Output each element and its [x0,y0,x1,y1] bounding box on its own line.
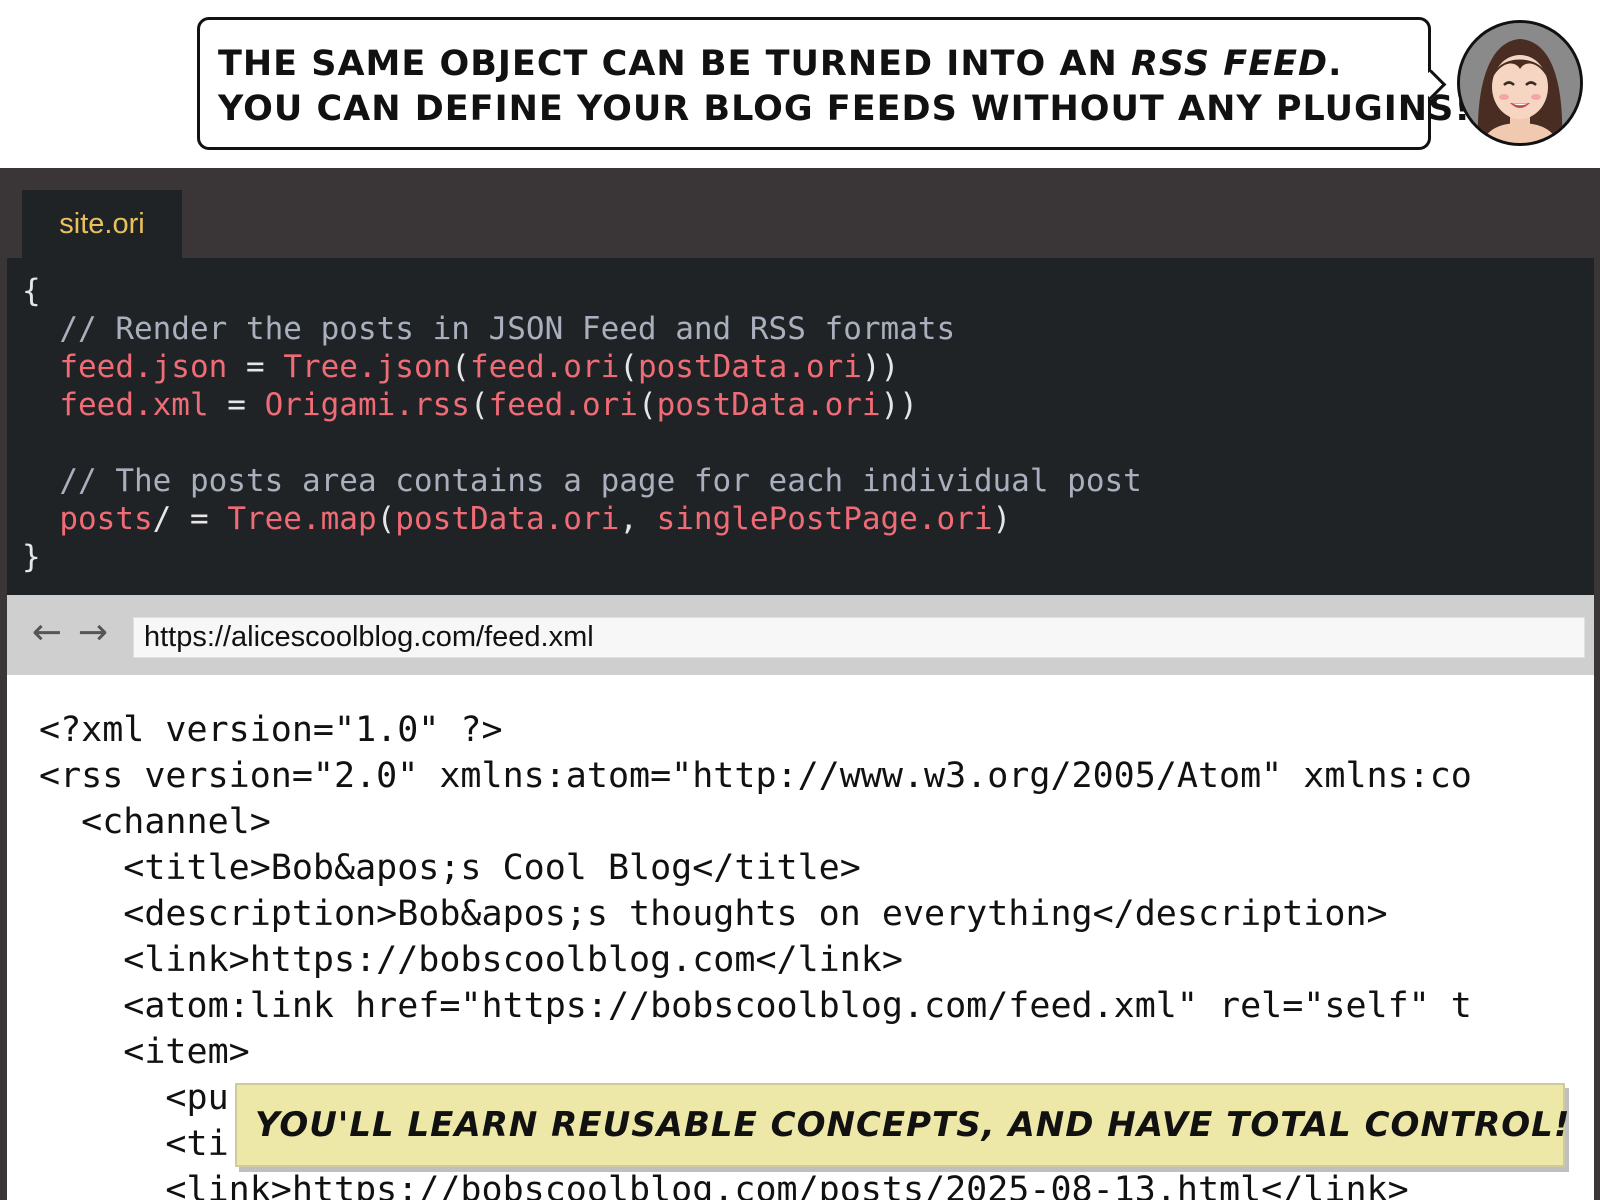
code-comment: // The posts area contains a page for ea… [59,463,1142,499]
code-function: Origami.rss [264,387,470,423]
avatar-portrait-icon [1460,23,1580,143]
xml-line: <pu [39,1078,229,1118]
code-arg: postData.ori [395,501,620,537]
code-arg: feed.ori [469,349,620,385]
code-editor: site.ori { // Render the posts in JSON F… [0,168,1600,595]
code-arg: feed.ori [488,387,638,423]
code-area[interactable]: { // Render the posts in JSON Feed and R… [7,258,1594,595]
code-key: feed.json [59,349,228,385]
arrow-right-icon[interactable]: → [73,613,113,653]
code-function: Tree.map [227,501,377,537]
code-arg: postData.ori [637,349,862,385]
bubble-period: . [1328,44,1343,84]
code-brace-open: { [22,273,41,309]
code-arg: singlePostPage.ori [656,501,993,537]
xml-line: <link>https://bobscoolblog.com</link> [39,940,903,980]
bubble-emphasis: RSS FEED [1130,44,1329,84]
code-function: Tree.json [283,349,452,385]
code-key: feed.xml [59,387,209,423]
code-arg: postData.ori [656,387,881,423]
tab-site-ori[interactable]: site.ori [22,190,182,258]
code-block: { // Render the posts in JSON Feed and R… [22,273,1142,575]
xml-line: <channel> [39,802,271,842]
xml-line: <item> [39,1032,250,1072]
xml-line: <atom:link href="https://bobscoolblog.co… [39,986,1472,1026]
xml-line: <rss version="2.0" xmlns:atom="http://ww… [39,756,1472,796]
code-brace-close: } [22,539,41,575]
xml-line: <?xml version="1.0" ?> [39,710,503,750]
xml-line: <description>Bob&apos;s thoughts on ever… [39,894,1388,934]
bubble-line-2: YOU CAN DEFINE YOUR BLOG FEEDS WITHOUT A… [218,89,1472,129]
address-bar[interactable]: https://alicescoolblog.com/feed.xml [133,617,1585,658]
arrow-left-icon[interactable]: ← [27,613,67,653]
avatar [1457,20,1583,146]
bubble-line-1: THE SAME OBJECT CAN BE TURNED INTO AN RS… [218,42,1410,87]
callout-caption: YOU'LL LEARN REUSABLE CONCEPTS, AND HAVE… [235,1083,1569,1167]
xml-line: <link>https://bobscoolblog.com/posts/202… [39,1170,1409,1200]
speech-bubble: THE SAME OBJECT CAN BE TURNED INTO AN RS… [197,17,1472,150]
bubble-text: THE SAME OBJECT CAN BE TURNED INTO AN [218,44,1131,84]
xml-line: <title>Bob&apos;s Cool Blog</title> [39,848,861,888]
xml-line: <ti [39,1124,229,1164]
code-comment: // Render the posts in JSON Feed and RSS… [59,311,956,347]
code-key: posts [59,501,153,537]
browser-toolbar: ← → https://alicescoolblog.com/feed.xml [7,595,1594,675]
